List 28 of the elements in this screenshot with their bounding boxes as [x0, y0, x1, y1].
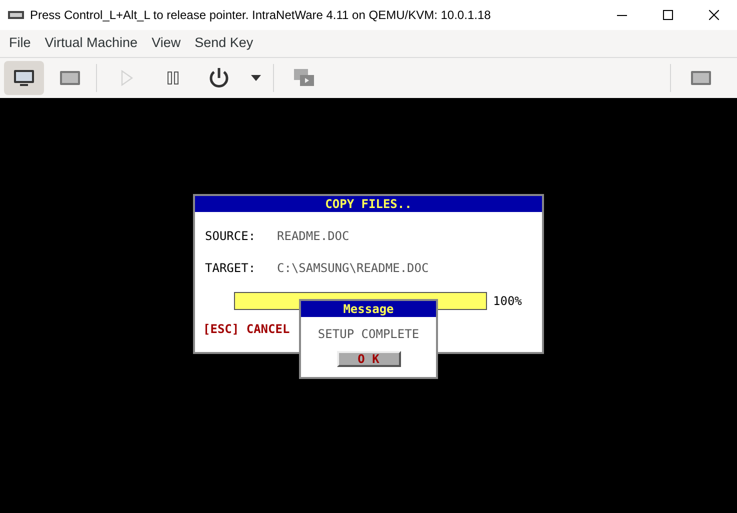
display-icon	[690, 69, 712, 87]
menu-item[interactable]: View	[144, 33, 188, 54]
ok-button[interactable]: O K	[336, 351, 400, 367]
console-button[interactable]	[4, 61, 44, 95]
caret-icon	[251, 75, 261, 81]
progress-reading: 100%	[493, 293, 522, 310]
dialog-title: COPY FILES..	[195, 196, 542, 212]
window-title: Press Control_L+Alt_L to release pointer. IntraNetWare 4.11 on QEMU/KVM: 10.0.1.18	[30, 7, 492, 24]
message-text: SETUP COMPLETE	[318, 326, 420, 343]
monitor-icon	[13, 69, 35, 87]
menu-item[interactable]: Virtual Machine	[38, 33, 145, 54]
maximize-icon	[663, 10, 673, 20]
cancel-hint: [ESC] CANCEL	[203, 321, 290, 338]
menu-item[interactable]: File	[2, 33, 38, 54]
power-icon	[208, 67, 230, 89]
field-label: TARGET:	[205, 260, 257, 276]
message-title: Message	[301, 301, 436, 317]
field-label: SOURCE:	[205, 228, 257, 244]
app-icon	[8, 10, 24, 20]
snapshots-icon	[293, 68, 315, 88]
minimize-icon	[617, 14, 627, 16]
pause-icon	[166, 71, 180, 85]
field-value: README.DOC	[277, 228, 350, 244]
close-icon	[709, 10, 719, 20]
display-icon	[59, 69, 81, 87]
field-value: C:\SAMSUNG\README.DOC	[277, 260, 429, 276]
menu-item[interactable]: Send Key	[188, 33, 260, 54]
play-icon	[120, 70, 134, 86]
